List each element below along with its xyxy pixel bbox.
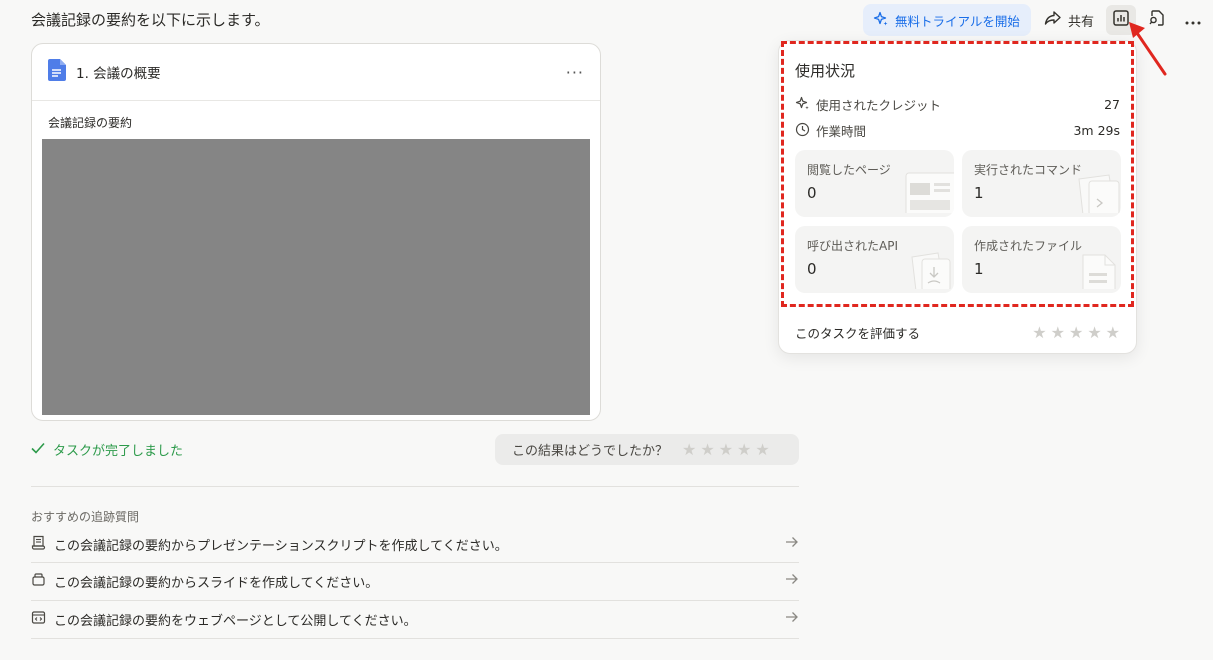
task-rating-stars: ★ ★ ★ ★ ★ xyxy=(1032,324,1120,341)
credits-value: 27 xyxy=(1104,97,1120,112)
share-icon xyxy=(1044,10,1062,30)
document-more-button[interactable]: ··· xyxy=(566,63,584,82)
work-time-value: 3m 29s xyxy=(1073,123,1120,138)
sparkle-icon xyxy=(795,96,810,114)
document-icon xyxy=(48,59,66,85)
usage-popup: 使用状況 使用されたクレジット 27 作業時間 3m 29s 閲覧したページ 0… xyxy=(778,40,1137,354)
task-rating-label: このタスクを評価する xyxy=(795,326,921,341)
followup-label: この会議記録の要約からスライドを作成してください。 xyxy=(54,575,379,591)
tile-pages-viewed: 閲覧したページ 0 xyxy=(795,150,954,217)
arrow-right-icon xyxy=(785,536,799,552)
ellipsis-icon xyxy=(1184,11,1202,30)
work-time-row: 作業時間 3m 29s xyxy=(795,121,1120,140)
annotation-arrow-icon xyxy=(1129,22,1167,76)
webpage-icon xyxy=(31,610,46,629)
followup-label: この会議記録の要約をウェブページとして公開してください。 xyxy=(54,613,417,629)
star-icon[interactable]: ★ xyxy=(1069,324,1083,341)
followup-item-script[interactable]: この会議記録の要約からプレゼンテーションスクリプトを作成してください。 xyxy=(31,529,799,559)
star-icon[interactable]: ★ xyxy=(1032,324,1046,341)
followup-item-slides[interactable]: この会議記録の要約からスライドを作成してください。 xyxy=(31,566,799,596)
clock-icon xyxy=(795,122,810,140)
work-time-label: 作業時間 xyxy=(816,124,867,139)
star-icon[interactable]: ★ xyxy=(700,441,714,458)
tile-files-created: 作成されたファイル 1 xyxy=(962,226,1121,293)
document-title: 1. 会議の概要 xyxy=(76,66,161,82)
star-icon[interactable]: ★ xyxy=(1106,324,1120,341)
api-illustration-icon xyxy=(904,247,954,293)
response-heading: 会議記録の要約を以下に示します。 xyxy=(31,11,270,29)
tile-apis-called: 呼び出されたAPI 0 xyxy=(795,226,954,293)
slides-icon xyxy=(31,572,46,591)
followup-label: この会議記録の要約からプレゼンテーションスクリプトを作成してください。 xyxy=(54,538,508,554)
arrow-right-icon xyxy=(785,611,799,627)
section-divider xyxy=(31,486,799,487)
document-card[interactable]: 1. 会議の概要 ··· 会議記録の要約 xyxy=(31,43,601,421)
start-trial-button[interactable]: 無料トライアルを開始 xyxy=(863,4,1031,36)
followups-title: おすすめの追跡質問 xyxy=(31,510,140,524)
task-complete-status: タスクが完了しました xyxy=(31,440,183,459)
star-icon[interactable]: ★ xyxy=(719,441,733,458)
terminal-illustration-icon xyxy=(1071,171,1121,217)
document-subtitle: 会議記録の要約 xyxy=(48,116,133,130)
star-icon[interactable]: ★ xyxy=(682,441,696,458)
share-label: 共有 xyxy=(1068,14,1095,30)
result-rating-label: この結果はどうでしたか？ xyxy=(512,444,669,459)
document-card-header: 1. 会議の概要 ··· xyxy=(32,44,600,101)
star-icon[interactable]: ★ xyxy=(1051,324,1065,341)
document-preview-redacted xyxy=(42,139,590,415)
result-rating: この結果はどうでしたか？ ★ ★ ★ ★ ★ xyxy=(495,434,799,465)
star-icon[interactable]: ★ xyxy=(737,441,751,458)
start-trial-label: 無料トライアルを開始 xyxy=(895,13,1020,29)
credits-label: 使用されたクレジット xyxy=(816,98,942,113)
credits-row: 使用されたクレジット 27 xyxy=(795,95,1120,114)
star-icon[interactable]: ★ xyxy=(755,441,769,458)
check-icon xyxy=(31,442,45,458)
task-complete-label: タスクが完了しました xyxy=(53,444,184,459)
arrow-right-icon xyxy=(785,573,799,589)
followup-item-webpage[interactable]: この会議記録の要約をウェブページとして公開してください。 xyxy=(31,604,799,634)
followup-divider xyxy=(31,600,799,601)
script-icon xyxy=(31,535,46,554)
more-options-button[interactable] xyxy=(1178,5,1208,35)
tile-commands-run: 実行されたコマンド 1 xyxy=(962,150,1121,217)
star-icon[interactable]: ★ xyxy=(1087,324,1101,341)
webpage-illustration-icon xyxy=(904,171,954,217)
task-rating-row: このタスクを評価する ★ ★ ★ ★ ★ xyxy=(795,323,1120,342)
usage-title: 使用状況 xyxy=(795,62,856,80)
file-illustration-icon xyxy=(1071,247,1121,293)
sparkle-icon xyxy=(873,11,889,30)
followup-divider xyxy=(31,638,799,639)
share-button[interactable]: 共有 xyxy=(1040,4,1100,36)
result-rating-stars: ★ ★ ★ ★ ★ xyxy=(682,441,770,458)
followup-divider xyxy=(31,562,799,563)
